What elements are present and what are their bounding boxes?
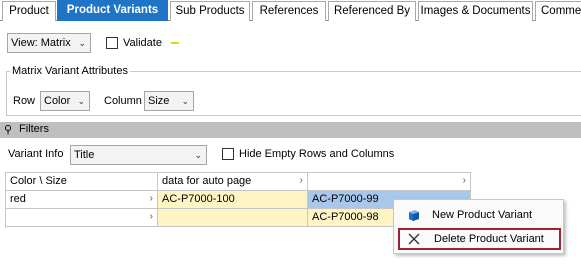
variant-info-value: Title [74,149,95,161]
tab-images-documents[interactable]: Images & Documents [418,1,533,21]
chevron-down-icon: ⌄ [78,38,86,48]
variant-info-select[interactable]: Title ⌄ [70,145,207,165]
row-select[interactable]: Color ⌄ [40,91,90,111]
validate-status-marker [171,42,179,44]
menu-item-new-product-variant[interactable]: New Product Variant [398,204,561,226]
row-select-value: Color [44,95,71,107]
filters-bar[interactable]: ⚲ Filters [0,122,581,138]
chevron-right-icon[interactable]: › [463,173,466,189]
hide-empty-checkbox[interactable] [222,148,234,160]
chevron-right-icon[interactable]: › [150,209,153,225]
grid-header-cell: Color \ Size [6,173,158,191]
menu-item-delete-product-variant[interactable]: Delete Product Variant [398,228,561,250]
tab-strip: Product Product Variants Sub Products Re… [0,0,581,21]
variant-info-label: Variant Info [8,148,64,160]
view-select[interactable]: View: Matrix ⌄ [7,33,91,53]
validate-checkbox[interactable] [106,37,118,49]
tab-product-variants[interactable]: Product Variants [57,0,168,21]
grid-row-header[interactable]: red › [6,191,158,209]
tab-comments[interactable]: Comme [535,1,581,21]
tab-sub-products[interactable]: Sub Products [170,1,250,21]
delete-x-icon [406,231,422,247]
validate-label: Validate [123,37,162,49]
chevron-right-icon[interactable]: › [150,191,153,207]
matrix-attributes-group [6,71,581,116]
matrix-attributes-legend: Matrix Variant Attributes [10,65,130,77]
chevron-down-icon: ⌄ [181,96,189,106]
tab-product[interactable]: Product [2,1,56,21]
context-menu: New Product Variant Delete Product Varia… [393,199,564,254]
grid-header-label: data for auto page [162,175,252,187]
filters-title: Filters [19,123,49,135]
column-select-value: Size [148,95,170,107]
grid-cell[interactable]: AC-P7000-100 [158,191,308,209]
grid-row-header[interactable]: › [6,209,158,227]
cube-icon [406,207,422,223]
tab-references[interactable]: References [252,1,326,21]
menu-item-label: New Product Variant [432,209,533,221]
chevron-right-icon[interactable]: › [300,173,303,189]
menu-item-label: Delete Product Variant [434,233,544,245]
view-select-value: View: Matrix [11,37,71,49]
grid-header-cell[interactable]: › [308,173,471,191]
chevron-down-icon: ⌄ [77,96,85,106]
hide-empty-label: Hide Empty Rows and Columns [239,148,395,160]
grid-cell[interactable] [158,209,308,227]
grid-row-label: red [10,193,26,205]
column-select[interactable]: Size ⌄ [144,91,194,111]
chevron-down-icon: ⌄ [194,150,202,160]
row-label: Row [13,95,36,107]
pin-icon[interactable]: ⚲ [4,123,12,136]
grid-header-cell[interactable]: data for auto page › [158,173,308,191]
column-label: Column [104,95,142,107]
tab-referenced-by[interactable]: Referenced By [328,1,416,21]
